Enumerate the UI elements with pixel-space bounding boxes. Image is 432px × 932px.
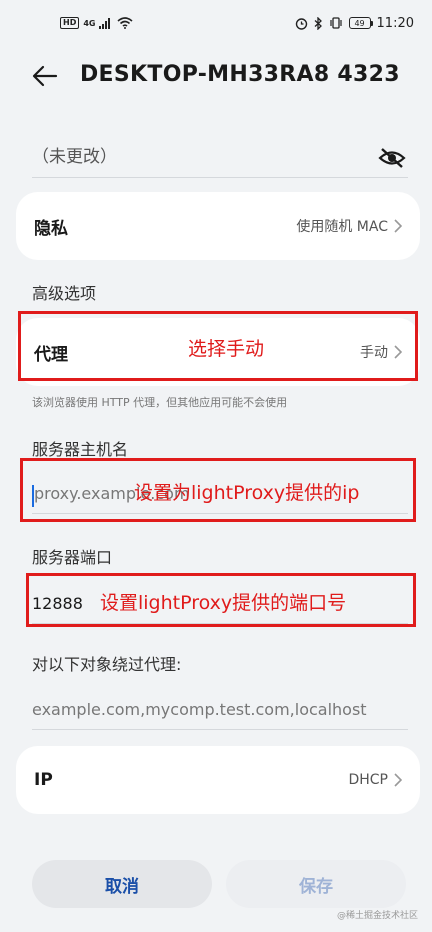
vibrate-icon [329,17,342,29]
bypass-input[interactable]: example.com,mycomp.test.com,localhost [32,694,408,730]
battery-icon: 49 [348,17,373,29]
status-bar: HD 4G 49 11:20 [0,0,432,46]
page-title: DESKTOP-MH33RA8 4323 [80,62,400,87]
network-type: 4G [83,18,96,28]
privacy-label: 隐私 [34,218,68,239]
host-annotation-text: 设置为lightProxy提供的ip [134,482,360,504]
chevron-right-icon [394,773,402,787]
bypass-label: 对以下对象绕过代理: [32,655,182,674]
status-left: HD 4G [60,17,134,29]
ip-value: DHCP [348,772,388,788]
cancel-button[interactable]: 取消 [32,860,212,908]
bypass-placeholder: example.com,mycomp.test.com,localhost [32,700,367,719]
alarm-icon [295,17,307,30]
wifi-icon [117,17,134,29]
status-time: 11:20 [376,15,414,31]
header: DESKTOP-MH33RA8 4323 [0,52,432,100]
bluetooth-icon [314,16,322,30]
server-port-label: 服务器端口 [32,548,113,567]
privacy-value-wrap: 使用随机 MAC [296,216,402,236]
proxy-hint: 该浏览器使用 HTTP 代理，但其他应用可能不会使用 [32,396,288,409]
eye-off-icon[interactable] [378,146,406,170]
password-value: （未更改） [32,147,117,167]
ip-card[interactable]: IP DHCP [16,746,420,814]
ip-row[interactable]: IP DHCP [34,746,402,814]
hd-badge: HD [60,17,80,29]
privacy-card[interactable]: 隐私 使用随机 MAC [16,192,420,260]
chevron-right-icon [394,219,402,233]
signal-icon [99,18,111,29]
back-arrow-icon[interactable] [32,64,58,88]
privacy-row[interactable]: 隐私 使用随机 MAC [34,192,402,260]
status-right: 49 11:20 [295,16,414,31]
proxy-annotation-text: 选择手动 [188,338,265,360]
advanced-options-title: 高级选项 [32,284,97,303]
ip-label: IP [34,770,53,790]
save-button[interactable]: 保存 [226,860,406,908]
password-field[interactable]: （未更改） [32,138,408,178]
privacy-value: 使用随机 MAC [296,219,388,235]
port-annotation-text: 设置lightProxy提供的端口号 [100,592,347,614]
watermark: @稀土掘金技术社区 [336,911,418,921]
ip-value-wrap: DHCP [348,772,402,788]
server-host-label: 服务器主机名 [32,440,129,459]
